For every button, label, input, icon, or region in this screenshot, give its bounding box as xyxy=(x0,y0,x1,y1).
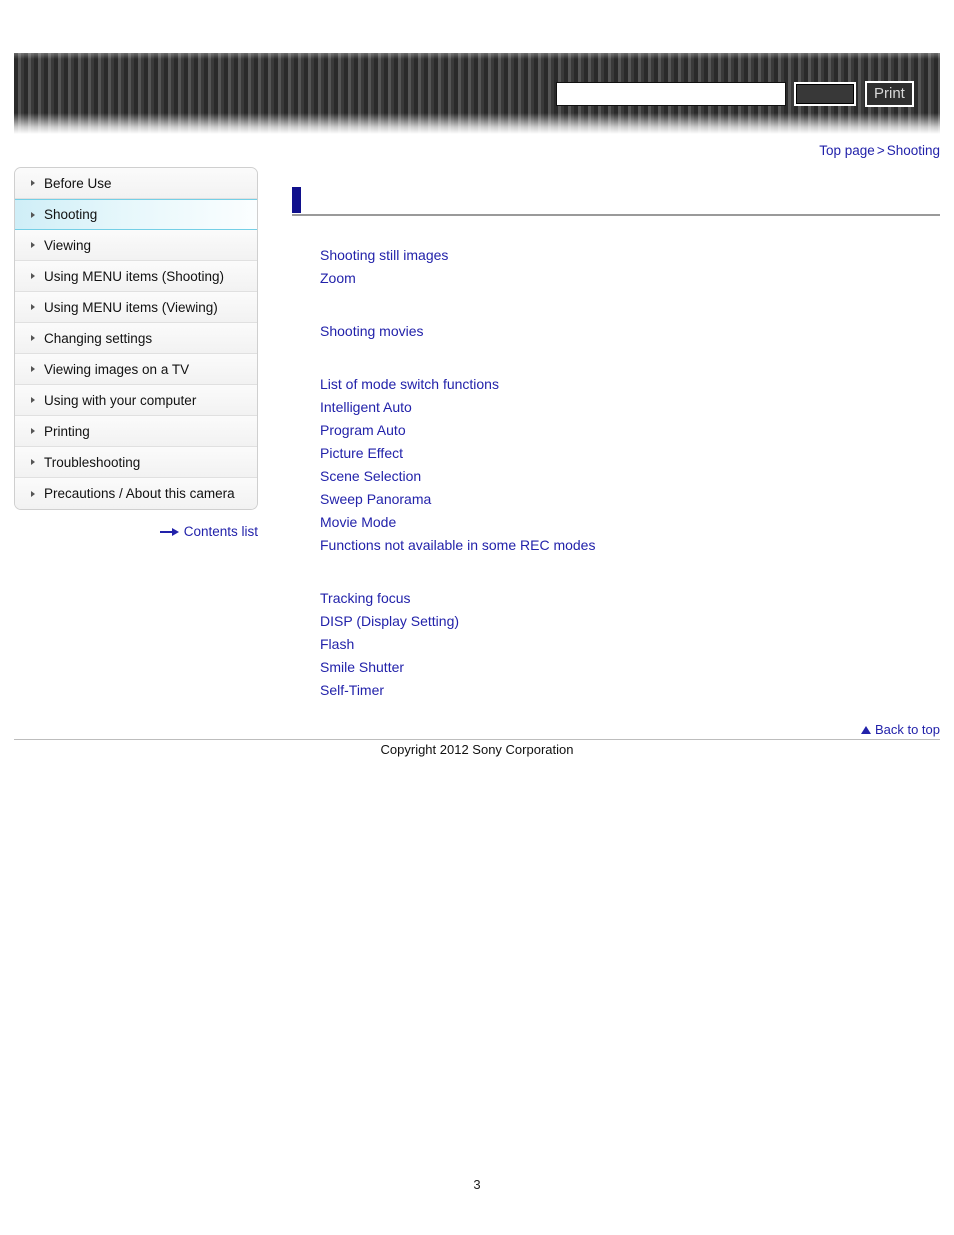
arrow-right-icon xyxy=(159,526,180,538)
breadcrumb: Top page > Shooting xyxy=(819,143,940,158)
triangle-right-icon xyxy=(31,397,35,403)
content-link[interactable]: Functions not available in some REC mode… xyxy=(292,534,940,557)
heading-marker-bar xyxy=(292,187,301,213)
sidebar-item-label: Printing xyxy=(44,423,90,439)
sidebar-item-label: Using MENU items (Shooting) xyxy=(44,268,225,284)
contents-list-link[interactable]: Contents list xyxy=(14,524,258,539)
sidebar-item-label: Using with your computer xyxy=(44,392,197,408)
footer-divider xyxy=(14,739,940,740)
content-link[interactable]: Tracking focus xyxy=(292,587,940,610)
sidebar-item-label: Changing settings xyxy=(44,330,153,346)
content-link[interactable]: List of mode switch functions xyxy=(292,373,940,396)
content-link[interactable]: Scene Selection xyxy=(292,465,940,488)
content-link[interactable]: Movie Mode xyxy=(292,511,940,534)
triangle-right-icon xyxy=(31,211,35,218)
sidebar-item-label: Troubleshooting xyxy=(44,454,141,470)
content-link[interactable]: Program Auto xyxy=(292,419,940,442)
main-content: Shooting still images Zoom Shooting movies… xyxy=(292,186,940,702)
content-link[interactable]: Self-Timer xyxy=(292,679,940,702)
link-group: List of mode switch functions Intelligent… xyxy=(292,373,940,557)
breadcrumb-top-page-link[interactable]: Top page xyxy=(819,143,875,158)
triangle-right-icon xyxy=(31,335,35,341)
triangle-right-icon xyxy=(31,242,35,248)
link-group: Shooting still images Zoom xyxy=(292,244,940,290)
sidebar-item-before-use[interactable]: Before Use xyxy=(15,168,257,199)
search-input[interactable] xyxy=(557,83,785,105)
sidebar-item-printing[interactable]: Printing xyxy=(15,416,257,447)
breadcrumb-current-page: Shooting xyxy=(886,143,940,158)
page-number: 3 xyxy=(473,1177,481,1192)
content-link[interactable]: Shooting movies xyxy=(292,320,940,343)
sidebar-item-label: Shooting xyxy=(44,207,98,222)
search-button[interactable] xyxy=(794,82,856,106)
sidebar-item-using-with-your-computer[interactable]: Using with your computer xyxy=(15,385,257,416)
sidebar-item-viewing-images-on-a-tv[interactable]: Viewing images on a TV xyxy=(15,354,257,385)
back-to-top-label: Back to top xyxy=(874,722,940,737)
content-link[interactable]: Smile Shutter xyxy=(292,656,940,679)
link-group: Tracking focus DISP (Display Setting) Flas… xyxy=(292,587,940,702)
content-link[interactable]: DISP (Display Setting) xyxy=(292,610,940,633)
header-controls: Print xyxy=(557,80,914,108)
print-button[interactable]: Print xyxy=(865,81,914,107)
sidebar-item-label: Precautions / About this camera xyxy=(44,486,235,501)
sidebar-item-using-menu-items-shooting[interactable]: Using MENU items (Shooting) xyxy=(15,261,257,292)
triangle-right-icon xyxy=(31,490,35,497)
triangle-right-icon xyxy=(31,304,35,310)
sidebar-item-changing-settings[interactable]: Changing settings xyxy=(15,323,257,354)
copyright-text: Copyright 2012 Sony Corporation xyxy=(380,742,574,757)
sidebar-item-viewing[interactable]: Viewing xyxy=(15,230,257,261)
sidebar-navigation: Before Use Shooting Viewing Using MENU item… xyxy=(14,167,258,510)
sidebar-item-shooting[interactable]: Shooting xyxy=(15,199,257,230)
sidebar-item-using-menu-items-viewing[interactable]: Using MENU items (Viewing) xyxy=(15,292,257,323)
breadcrumb-separator: > xyxy=(876,143,885,158)
content-link[interactable]: Picture Effect xyxy=(292,442,940,465)
triangle-right-icon xyxy=(31,428,35,434)
triangle-right-icon xyxy=(31,366,35,372)
contents-list-label: Contents list xyxy=(183,524,258,539)
link-group: Shooting movies xyxy=(292,320,940,343)
sidebar-item-label: Before Use xyxy=(44,175,112,191)
triangle-right-icon xyxy=(31,459,35,465)
sidebar-item-troubleshooting[interactable]: Troubleshooting xyxy=(15,447,257,478)
triangle-up-icon xyxy=(860,725,871,734)
header-banner: Print xyxy=(14,53,940,134)
sidebar-item-label: Using MENU items (Viewing) xyxy=(44,299,218,315)
page-title-heading xyxy=(292,186,940,216)
content-link[interactable]: Sweep Panorama xyxy=(292,488,940,511)
link-groups: Shooting still images Zoom Shooting movies… xyxy=(292,244,940,702)
sidebar-item-label: Viewing xyxy=(44,237,92,253)
triangle-right-icon xyxy=(31,273,35,279)
content-link[interactable]: Flash xyxy=(292,633,940,656)
back-to-top-link[interactable]: Back to top xyxy=(14,722,940,737)
sidebar-item-precautions-about-this-camera[interactable]: Precautions / About this camera xyxy=(15,478,257,509)
content-link[interactable]: Intelligent Auto xyxy=(292,396,940,419)
sidebar-item-label: Viewing images on a TV xyxy=(44,361,190,377)
content-link[interactable]: Shooting still images xyxy=(292,244,940,267)
content-link[interactable]: Zoom xyxy=(292,267,940,290)
triangle-right-icon xyxy=(31,180,35,186)
